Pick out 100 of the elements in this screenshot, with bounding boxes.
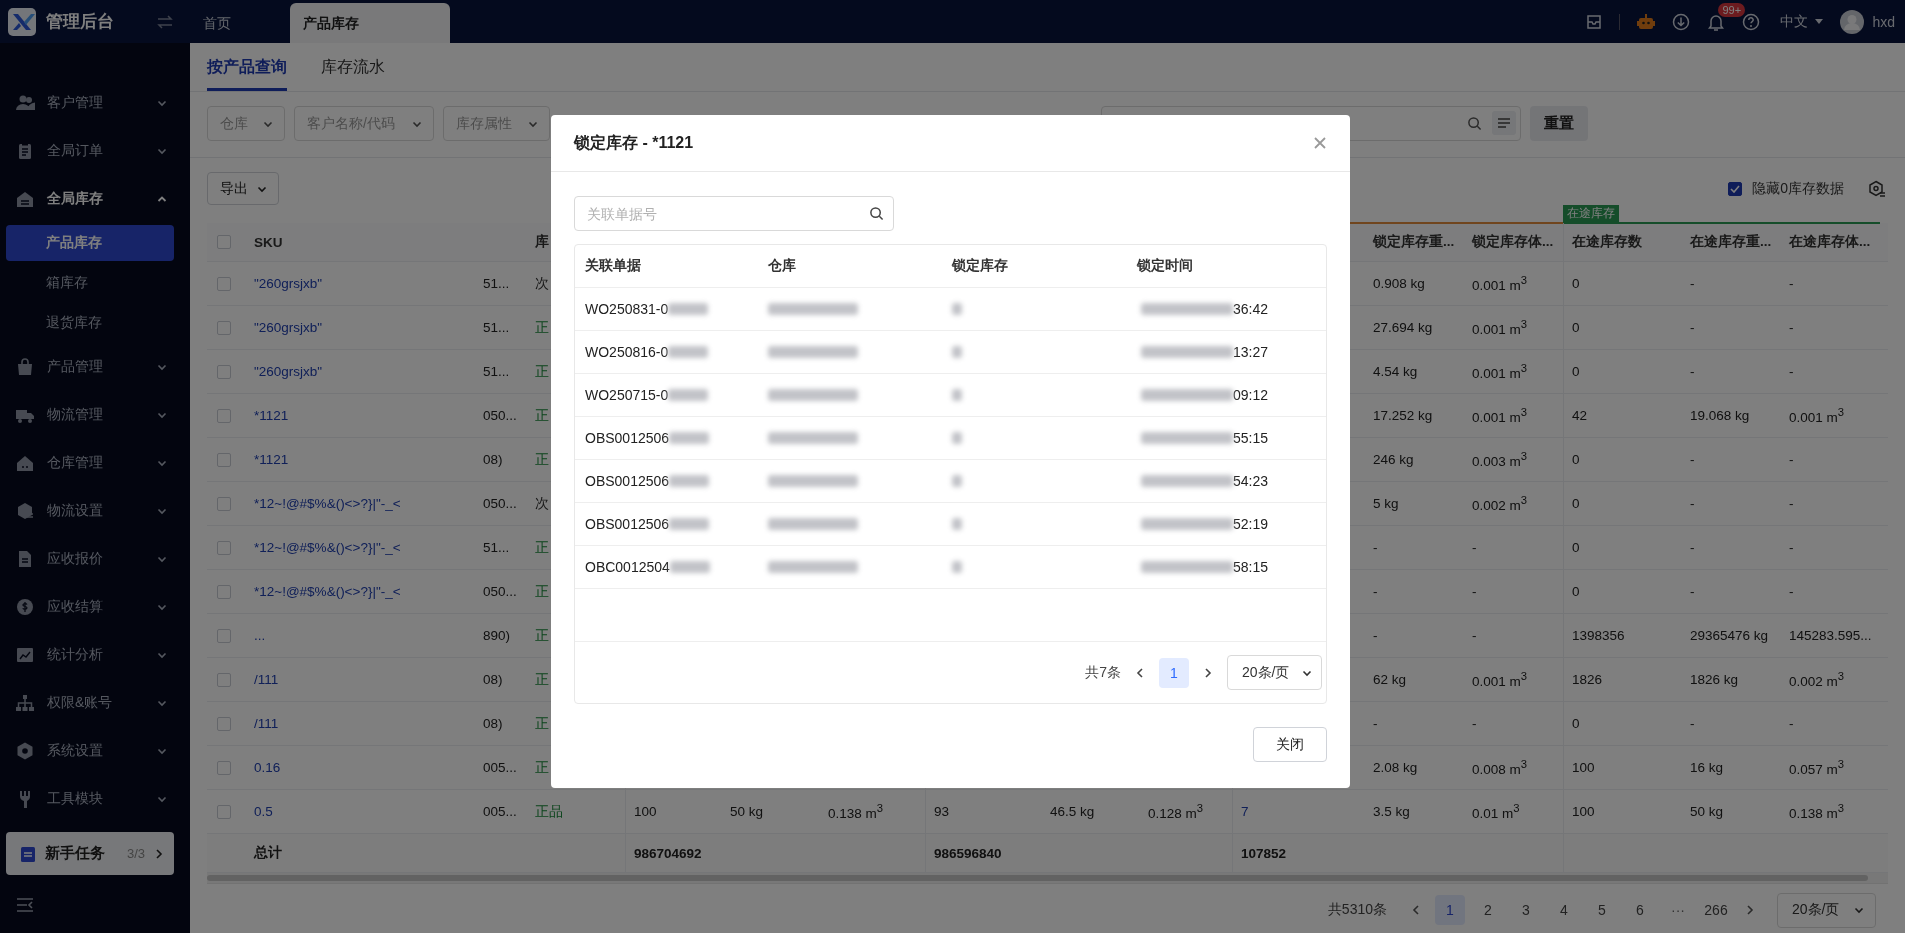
sku-link[interactable]: *12~!@#$%&()<>?}|"-_< [254,496,401,511]
table-cell: 005... [483,804,517,819]
sidebar-menu-item[interactable]: 客户管理 [0,79,190,127]
table-cell: - [1472,716,1477,731]
help-icon[interactable] [1742,12,1761,31]
dollar-icon [15,597,35,617]
table-cell: 次 [535,274,549,293]
sidebar-menu-item[interactable]: 统计分析 [0,631,190,679]
table-cell: 0.002 m$^{3}$ [1789,670,1845,689]
table-cell: 0 [1572,716,1580,731]
sidebar-menu-item[interactable]: 物流管理 [0,391,190,439]
sku-link[interactable]: *1121 [254,452,289,467]
sku-link[interactable]: /111 [254,672,279,687]
table-cell: 29365476 kg [1690,628,1769,643]
clipboard-icon [20,844,36,863]
table-cell: - [1789,276,1794,291]
sku-link[interactable]: 0.16 [254,760,281,775]
table-cell: 145283.595... [1789,628,1872,643]
table-cell: 17.252 kg [1373,408,1433,423]
sidebar-menu-item[interactable]: 应收报价 [0,535,190,583]
blurred-text [952,303,962,315]
column-header: 在途库存体... [1788,233,1872,251]
page-button[interactable]: 6 [1625,895,1655,925]
table-cell: 42 [1572,408,1588,423]
sku-link[interactable]: *1121 [254,408,289,423]
column-header: 库 [535,233,549,251]
sidebar-menu-item[interactable]: 产品管理 [0,343,190,391]
page-ellipsis[interactable]: ··· [1663,895,1693,925]
page-button[interactable]: 3 [1511,895,1541,925]
sidebar-menu-item[interactable]: 仓库管理 [0,439,190,487]
avatar-icon[interactable] [1840,9,1865,34]
page-button[interactable]: 266 [1701,895,1731,925]
language-selector[interactable]: 中文 [1780,12,1825,31]
chevron-left-icon[interactable] [1135,666,1145,679]
close-button[interactable]: 关闭 [1253,727,1327,762]
sku-link[interactable]: *12~!@#$%&()<>?}|"-_< [254,540,401,555]
chart-icon [15,645,35,665]
checkbox[interactable] [1728,181,1743,196]
table-cell: 1826 kg [1690,672,1739,687]
search-field[interactable]: 关联单据号 [574,196,894,231]
sidebar-submenu-item[interactable]: 箱库存 [6,263,174,303]
horizontal-scrollbar[interactable] [207,873,1888,884]
table-cell: 正品 [535,802,563,821]
table-cell: 4.54 kg [1373,364,1418,379]
table-cell: - [1789,364,1794,379]
sidebar-menu-item[interactable]: 全局库存 [0,175,190,223]
page-button[interactable]: 4 [1549,895,1579,925]
page-size-select[interactable]: 20条/页 [1777,892,1876,928]
page-button[interactable]: 2 [1473,895,1503,925]
sidebar-menu-item[interactable]: 应收结算 [0,583,190,631]
table-cell: 0.138 m$^{3}$ [1789,802,1845,821]
page-tab[interactable]: 产品库存 [290,3,450,43]
settings-icon[interactable] [1868,179,1886,198]
table-cell: 16 kg [1690,760,1724,775]
document-number: WO250715-0 [585,387,669,403]
collapse-menu-icon[interactable] [16,897,34,913]
table-cell: 0 [1572,276,1580,291]
total-count: 共5310条 [1327,901,1387,919]
inbox-icon[interactable] [1585,12,1604,31]
sku-link[interactable]: "260grsjxb" [254,364,323,379]
sidebar-menu-item[interactable]: 物流设置 [0,487,190,535]
table-cell: 100 [1572,804,1595,819]
table-cell: 27.694 kg [1373,320,1433,335]
table-cell: 0.138 m$^{3}$ [828,802,884,821]
total-label: 总计 [252,844,283,862]
page-tab[interactable]: 首页 [190,3,290,43]
search-icon[interactable] [869,206,884,221]
sku-link[interactable]: *12~!@#$%&()<>?}|"-_< [254,584,401,599]
table-cell: 0.001 m$^{3}$ [1472,670,1528,689]
table-cell: 3.5 kg [1373,804,1410,819]
sidebar-menu-item[interactable]: 权限&账号 [0,679,190,727]
page-button[interactable]: 1 [1159,657,1189,688]
page-button[interactable]: 1 [1435,895,1465,925]
sku-link[interactable]: "260grsjxb" [254,276,323,291]
lock-time: 54:23 [1233,473,1269,489]
swap-icon[interactable] [156,14,174,29]
robot-icon[interactable] [1636,11,1657,32]
view-tab[interactable]: 库存流水 [321,43,385,91]
table-cell: - [1690,276,1695,291]
lock-time: 13:27 [1233,344,1269,360]
page-button[interactable]: 5 [1587,895,1617,925]
sidebar-submenu-item[interactable]: 产品库存 [6,225,174,261]
sku-link[interactable]: /111 [254,716,279,731]
sku-link[interactable]: ... [254,628,266,643]
sidebar-menu-item[interactable]: 系统设置 [0,727,190,775]
sidebar-menu-item[interactable]: 全局订单 [0,127,190,175]
download-icon[interactable] [1672,12,1691,31]
chevron-right-icon[interactable] [1203,666,1213,679]
view-tab[interactable]: 按产品查询 [207,43,287,91]
filter-list-button[interactable] [1492,111,1516,135]
close-icon[interactable] [1313,136,1327,150]
page-size-select[interactable]: 20条/页 [1227,655,1322,690]
sku-link[interactable]: 0.5 [254,804,273,819]
sku-link[interactable]: "260grsjxb" [254,320,323,335]
sidebar-menu-item[interactable]: 工具模块 [0,775,190,823]
sidebar-submenu-item[interactable]: 退货库存 [6,303,174,343]
export-button[interactable]: 导出 [207,172,279,205]
table-cell: - [1373,628,1378,643]
reset-button[interactable]: 重置 [1530,106,1588,141]
quantity-link[interactable]: 7 [1241,804,1249,819]
